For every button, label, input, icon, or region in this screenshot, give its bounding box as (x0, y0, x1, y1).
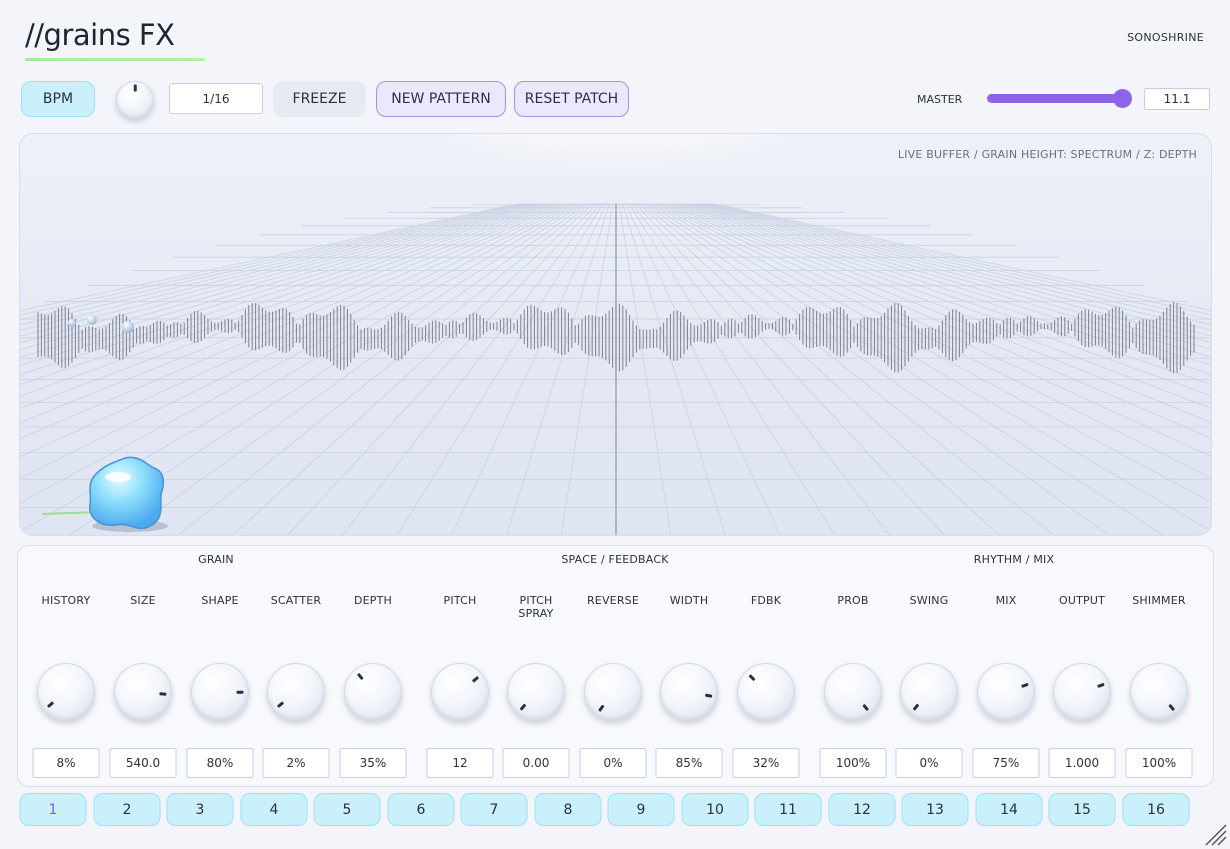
value-field-fdbk[interactable]: 32% (732, 748, 800, 778)
reset-patch-button[interactable]: RESET PATCH (514, 81, 629, 117)
section-title-rhythm-mix: RHYTHM / MIX (973, 553, 1055, 566)
value-field-history[interactable]: 8% (32, 748, 100, 778)
param-label-history: HISTORY (41, 594, 91, 607)
step-button-12[interactable]: 12 (828, 793, 896, 826)
value-field-shape[interactable]: 80% (186, 748, 254, 778)
param-label-scatter: SCATTER (270, 594, 322, 607)
param-label-shape: SHAPE (201, 594, 239, 607)
master-slider-track[interactable] (987, 94, 1123, 103)
master-slider-thumb[interactable] (1113, 89, 1132, 108)
step-button-5[interactable]: 5 (313, 793, 381, 826)
param-label-prob: PROB (837, 594, 869, 607)
param-label-shimmer: SHIMMER (1132, 594, 1186, 607)
value-field-pitch[interactable]: 12 (426, 748, 494, 778)
step-button-7[interactable]: 7 (460, 793, 528, 826)
param-label-mix: MIX (995, 594, 1017, 607)
master-value-field[interactable]: 11.1 (1144, 88, 1210, 110)
step-button-11[interactable]: 11 (754, 793, 822, 826)
value-field-swing[interactable]: 0% (895, 748, 963, 778)
value-field-output[interactable]: 1.000 (1048, 748, 1116, 778)
step-button-10[interactable]: 10 (681, 793, 749, 826)
section-title-grain: GRAIN (198, 553, 234, 566)
step-button-4[interactable]: 4 (240, 793, 308, 826)
knob-shape[interactable] (191, 663, 249, 721)
step-button-9[interactable]: 9 (607, 793, 675, 826)
value-field-prob[interactable]: 100% (819, 748, 887, 778)
rate-knob[interactable] (116, 81, 154, 119)
knob-fdbk[interactable] (737, 663, 795, 721)
value-field-reverse[interactable]: 0% (579, 748, 647, 778)
param-label-depth: DEPTH (353, 594, 393, 607)
knob-mix[interactable] (977, 663, 1035, 721)
step-button-14[interactable]: 14 (975, 793, 1043, 826)
param-label-pitch: PITCH (443, 594, 477, 607)
value-field-size[interactable]: 540.0 (109, 748, 177, 778)
section-title-space-feedback: SPACE / FEEDBACK (561, 553, 669, 566)
param-label-output: OUTPUT (1058, 594, 1106, 607)
value-field-scatter[interactable]: 2% (262, 748, 330, 778)
value-field-mix[interactable]: 75% (972, 748, 1040, 778)
step-button-3[interactable]: 3 (166, 793, 234, 826)
knob-swing[interactable] (900, 663, 958, 721)
param-label-fdbk: FDBK (750, 594, 782, 607)
bpm-button[interactable]: BPM (21, 81, 95, 117)
step-button-8[interactable]: 8 (534, 793, 602, 826)
step-button-13[interactable]: 13 (901, 793, 969, 826)
knob-width[interactable] (660, 663, 718, 721)
param-label-pitch-spray: PITCH SPRAY (518, 594, 554, 620)
value-field-pitch-spray[interactable]: 0.00 (502, 748, 570, 778)
rate-value-field[interactable]: 1/16 (169, 83, 263, 114)
knob-history[interactable] (37, 663, 95, 721)
app-title: //grains FX (25, 18, 175, 52)
step-button-2[interactable]: 2 (93, 793, 161, 826)
step-button-16[interactable]: 16 (1122, 793, 1190, 826)
value-field-depth[interactable]: 35% (339, 748, 407, 778)
value-field-shimmer[interactable]: 100% (1125, 748, 1193, 778)
knob-scatter[interactable] (267, 663, 325, 721)
master-label: MASTER (917, 93, 963, 106)
title-underline (25, 58, 205, 61)
knob-output[interactable] (1053, 663, 1111, 721)
knob-pitch-spray[interactable] (507, 663, 565, 721)
live-buffer-visualizer[interactable]: LIVE BUFFER / GRAIN HEIGHT: SPECTRUM / Z… (19, 133, 1212, 536)
param-label-width: WIDTH (669, 594, 709, 607)
param-label-swing: SWING (909, 594, 949, 607)
resize-grip-icon[interactable] (1202, 821, 1228, 847)
new-pattern-button[interactable]: NEW PATTERN (376, 81, 506, 117)
knob-prob[interactable] (824, 663, 882, 721)
param-label-reverse: REVERSE (586, 594, 640, 607)
step-button-1[interactable]: 1 (19, 793, 87, 826)
knob-depth[interactable] (344, 663, 402, 721)
param-label-size: SIZE (130, 594, 156, 607)
value-field-width[interactable]: 85% (655, 748, 723, 778)
perspective-grid (20, 134, 1211, 535)
knob-reverse[interactable] (584, 663, 642, 721)
freeze-button[interactable]: FREEZE (273, 81, 366, 117)
knob-size[interactable] (114, 663, 172, 721)
knob-pitch[interactable] (431, 663, 489, 721)
brand-label: SONOSHRINE (1127, 31, 1204, 44)
step-button-6[interactable]: 6 (387, 793, 455, 826)
knob-shimmer[interactable] (1130, 663, 1188, 721)
step-button-15[interactable]: 15 (1048, 793, 1116, 826)
visualizer-label: LIVE BUFFER / GRAIN HEIGHT: SPECTRUM / Z… (897, 148, 1197, 161)
